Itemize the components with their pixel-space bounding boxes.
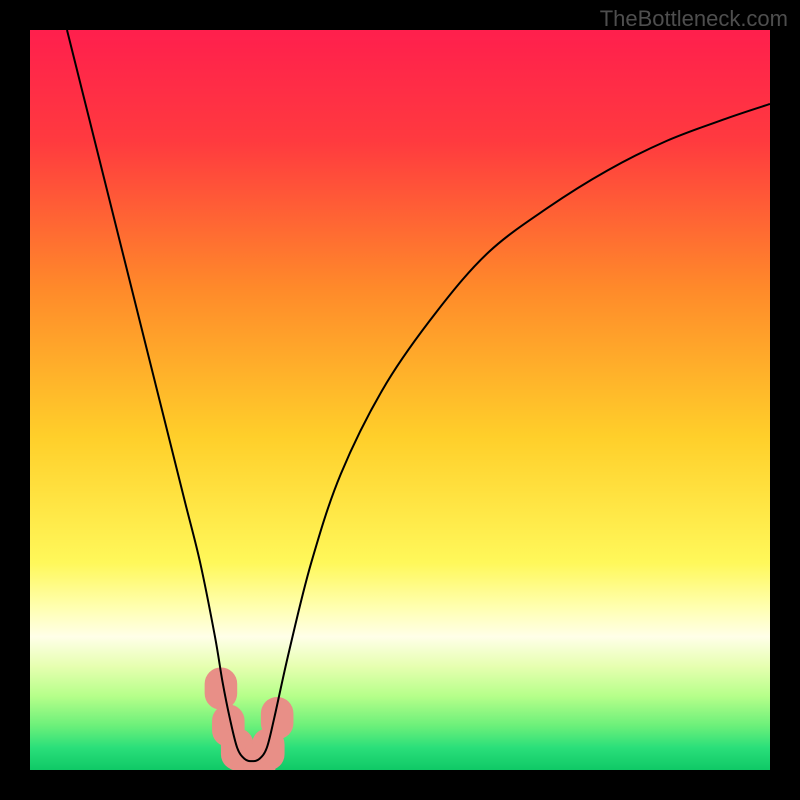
watermark-text: TheBottleneck.com (600, 6, 788, 32)
chart-frame: TheBottleneck.com (0, 0, 800, 800)
bottleneck-chart (30, 30, 770, 770)
plot-area (30, 30, 770, 770)
gradient-background (30, 30, 770, 770)
